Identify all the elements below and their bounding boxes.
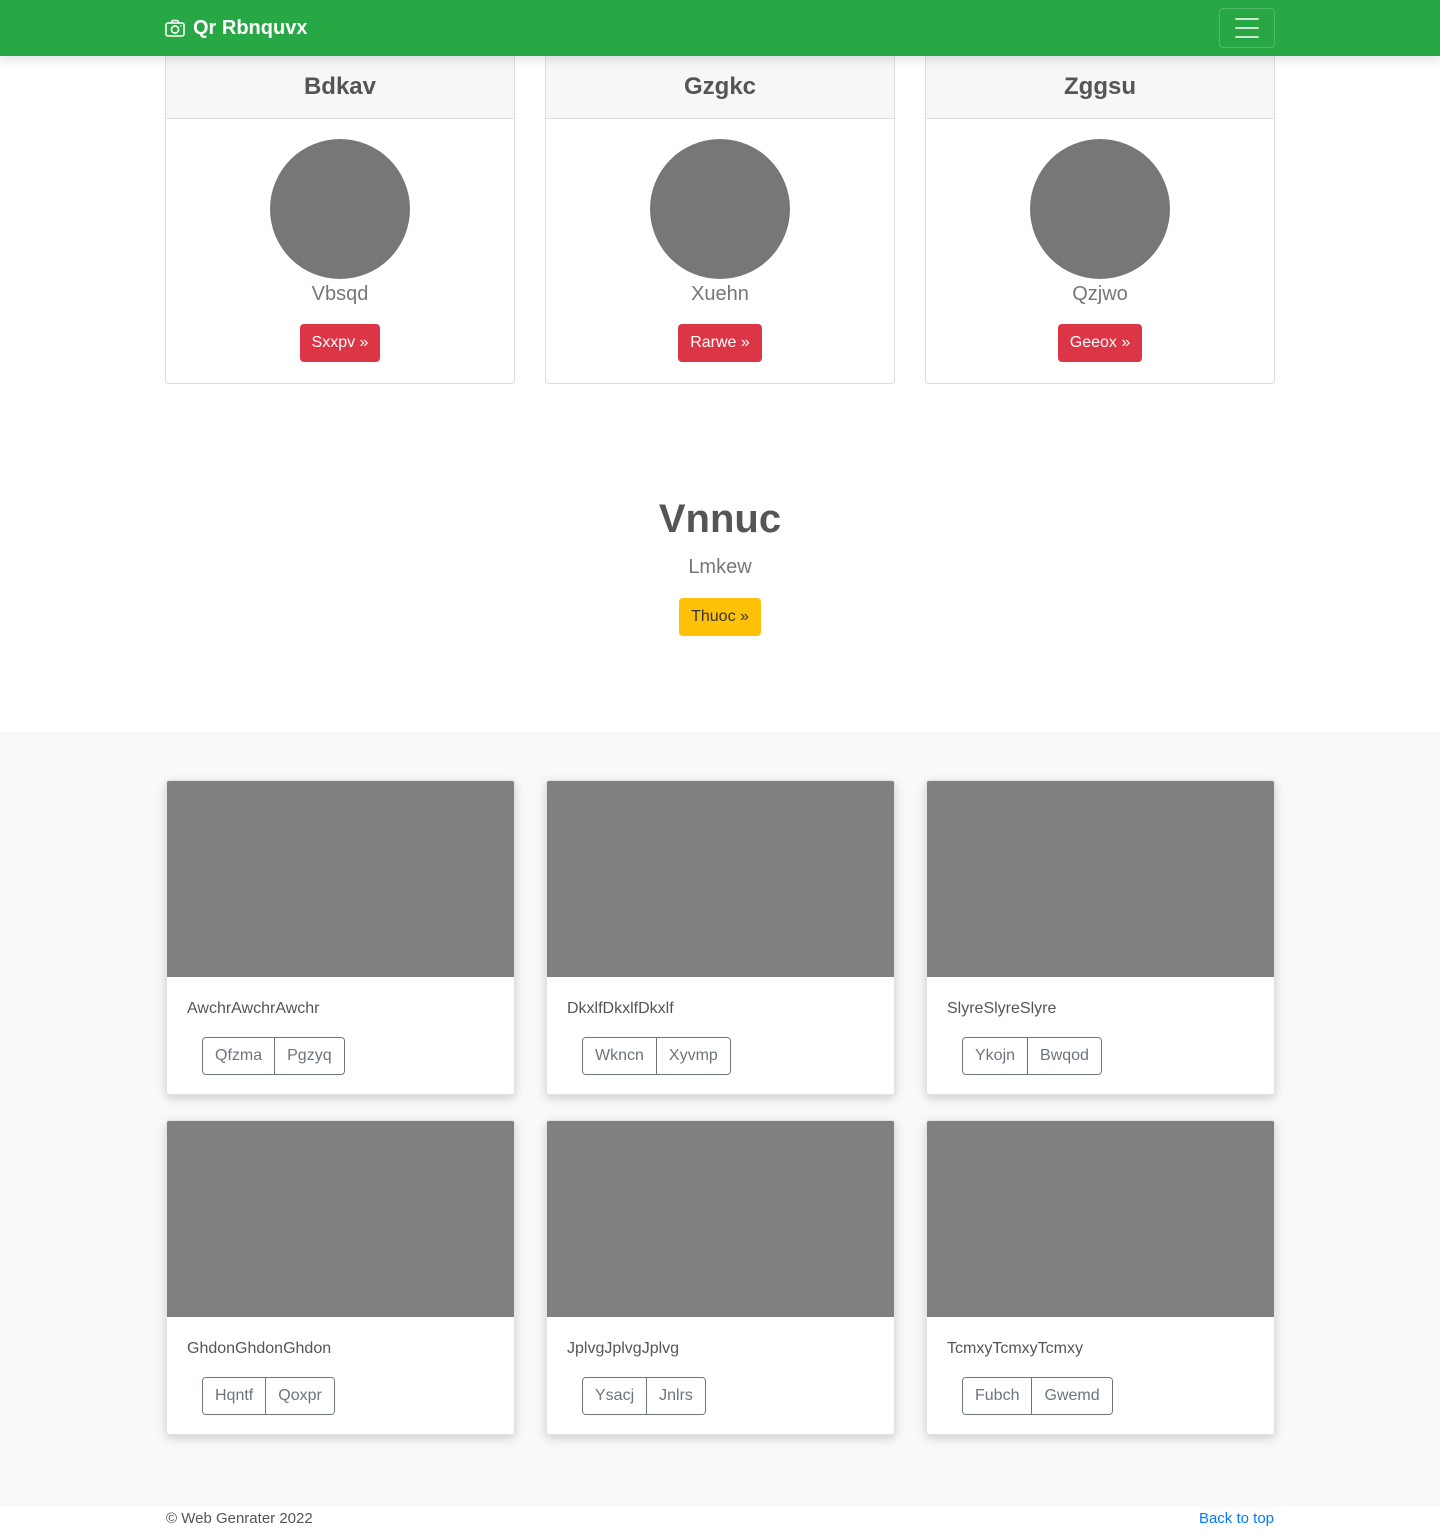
profile-card-subtitle: Xuehn [691,283,749,305]
card-text: TcmxyTcmxyTcmxy [947,1340,1083,1357]
card-button[interactable]: Qfzma [203,1038,275,1074]
profile-action-button[interactable]: Geeox » [1057,324,1143,362]
card-button-group: Qfzma Pgzyq [202,1037,345,1075]
card-button[interactable]: Bwqod [1027,1038,1101,1074]
profile-card-subtitle: Vbsqd [311,283,369,305]
card-button-group: Ykojn Bwqod [962,1037,1102,1075]
hero-title: Vnnuc [658,497,782,541]
card-button[interactable]: Pgzyq [274,1038,344,1074]
card-button-group: Fubch Gwemd [962,1377,1113,1415]
profile-action-button[interactable]: Rarwe » [678,324,762,362]
card-thumbnail [547,1121,894,1317]
card-button[interactable]: Wkncn [583,1038,656,1074]
brand-text: Qr Rbnquvx [193,16,308,39]
card-button-group: Hqntf Qoxpr [202,1377,335,1415]
footer-copyright: © Web Genrater 2022 [166,1510,313,1527]
card-thumbnail [167,781,514,977]
card-button[interactable]: Ysacj [583,1378,647,1414]
card-button[interactable]: Qoxpr [265,1378,334,1414]
navbar: Qr Rbnquvx [0,0,1440,56]
album-card: GhdonGhdonGhdon Hqntf Qoxpr [166,1120,515,1435]
hero-subtitle: Lmkew [688,556,752,578]
avatar [270,139,410,279]
brand-link[interactable]: Qr Rbnquvx [165,15,307,41]
card-thumbnail [167,1121,514,1317]
back-to-top-link[interactable]: Back to top [1199,1510,1274,1527]
navbar-toggler-button[interactable] [1219,8,1275,48]
card-button[interactable]: Gwemd [1031,1378,1112,1414]
profile-card-title: Bdkav [166,56,514,119]
profile-action-button[interactable]: Sxxpv » [299,324,381,362]
profile-card-subtitle: Qzjwo [1072,283,1128,305]
card-thumbnail [547,781,894,977]
album-card: DkxlfDkxlfDkxlf Wkncn Xyvmp [546,780,895,1095]
camera-icon [165,19,185,37]
card-button-group: Wkncn Xyvmp [582,1037,731,1075]
card-thumbnail [927,1121,1274,1317]
card-text: AwchrAwchrAwchr [187,1000,320,1017]
card-button[interactable]: Jnlrs [646,1378,705,1414]
album-card: TcmxyTcmxyTcmxy Fubch Gwemd [926,1120,1275,1435]
card-text: DkxlfDkxlfDkxlf [567,1000,674,1017]
profile-card: Bdkav Vbsqd Sxxpv » [165,56,515,384]
card-button[interactable]: Hqntf [203,1378,266,1414]
album-card: AwchrAwchrAwchr Qfzma Pgzyq [166,780,515,1095]
profile-card: Gzgkc Xuehn Rarwe » [545,56,895,384]
card-text: GhdonGhdonGhdon [187,1340,332,1357]
album-card: SlyreSlyreSlyre Ykojn Bwqod [926,780,1275,1095]
card-button[interactable]: Xyvmp [655,1038,730,1074]
card-text: SlyreSlyreSlyre [947,1000,1057,1017]
profile-card-title: Zggsu [926,56,1274,119]
avatar [650,139,790,279]
hamburger-icon [1235,18,1259,20]
album-section: AwchrAwchrAwchr Qfzma Pgzyq DkxlfDkxlfDk… [0,732,1440,1507]
card-button-group: Ysacj Jnlrs [582,1377,706,1415]
card-text: JplvgJplvgJplvg [567,1340,680,1357]
card-button[interactable]: Ykojn [963,1038,1028,1074]
profile-card-title: Gzgkc [546,56,894,119]
profile-card: Zggsu Qzjwo Geeox » [925,56,1275,384]
avatar [1030,139,1170,279]
card-button[interactable]: Fubch [963,1378,1032,1414]
album-card: JplvgJplvgJplvg Ysacj Jnlrs [546,1120,895,1435]
card-thumbnail [927,781,1274,977]
hero-action-button[interactable]: Thuoc » [679,598,761,636]
